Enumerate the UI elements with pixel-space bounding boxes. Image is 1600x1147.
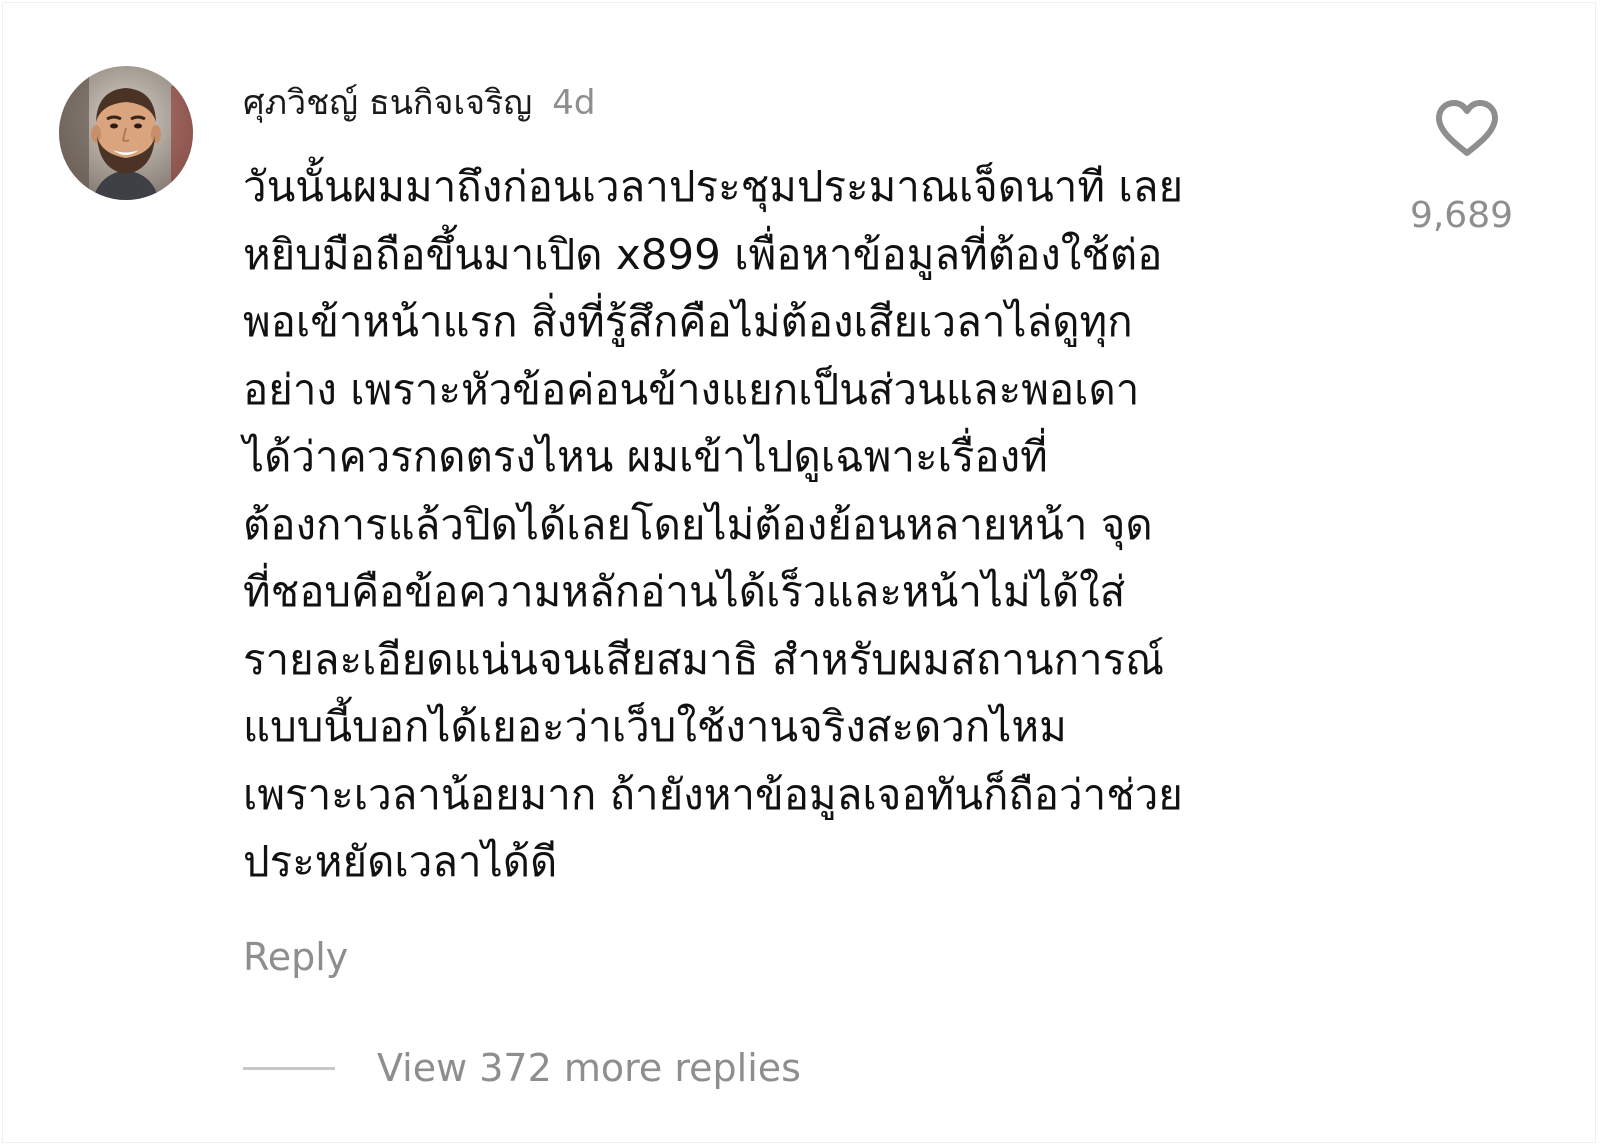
comment-line: ที่ชอบคือข้อความหลักอ่านได้เร็วและหน้าไม… (243, 567, 1126, 616)
like-count: 9,689 (1409, 195, 1513, 236)
comment-line: รายละเอียดแน่นจนเสียสมาธิ สำหรับผมสถานกา… (243, 634, 1165, 684)
view-replies-label: View 372 more replies (377, 1046, 801, 1090)
comment-line: เพราะเวลาน้อยมาก ถ้ายังหาข้อมูลเจอทันก็ถ… (243, 769, 1183, 819)
heart-outline-icon (1436, 100, 1498, 156)
comment-line: ได้ว่าควรกดตรงไหน ผมเข้าไปดูเฉพาะเรื่องท… (243, 432, 1048, 481)
comment-line: พอเข้าหน้าแรก สิ่งที่รู้สึกคือไม่ต้องเสี… (243, 297, 1133, 346)
like-button[interactable] (1433, 98, 1501, 158)
comment-header: ศุภวิชญ์ ธนกิจเจริญ 4d (243, 75, 595, 125)
reply-button[interactable]: Reply (243, 935, 348, 979)
author-name[interactable]: ศุภวิชญ์ ธนกิจเจริญ (243, 75, 532, 129)
comment-line: อย่าง เพราะหัวข้อค่อนข้างแยกเป็นส่วนและพ… (243, 364, 1140, 414)
avatar-photo (59, 66, 193, 200)
comment-line: ประหยัดเวลาได้ดี (243, 837, 558, 886)
comment-line: วันนั้นผมมาถึงก่อนเวลาประชุมประมาณเจ็ดนา… (243, 162, 1184, 211)
comment-line: ต้องการแล้วปิดได้เลยโดยไม่ต้องย้อนหลายหน… (243, 499, 1153, 549)
timestamp: 4d (552, 83, 596, 123)
comment-card: ศุภวิชญ์ ธนกิจเจริญ 4d วันนั้นผมมาถึงก่อ… (2, 2, 1596, 1143)
avatar[interactable] (59, 66, 193, 200)
comment-body: วันนั้นผมมาถึงก่อนเวลาประชุมประมาณเจ็ดนา… (243, 153, 1353, 896)
comment-line: หยิบมือถือขึ้นมาเปิด x899 เพื่อหาข้อมูลท… (243, 229, 1163, 279)
divider-line (243, 1066, 335, 1070)
view-more-replies-button[interactable]: View 372 more replies (243, 1043, 801, 1093)
comment-line: แบบนี้บอกได้เยอะว่าเว็บใช้งานจริงสะดวกไห… (243, 702, 1067, 751)
